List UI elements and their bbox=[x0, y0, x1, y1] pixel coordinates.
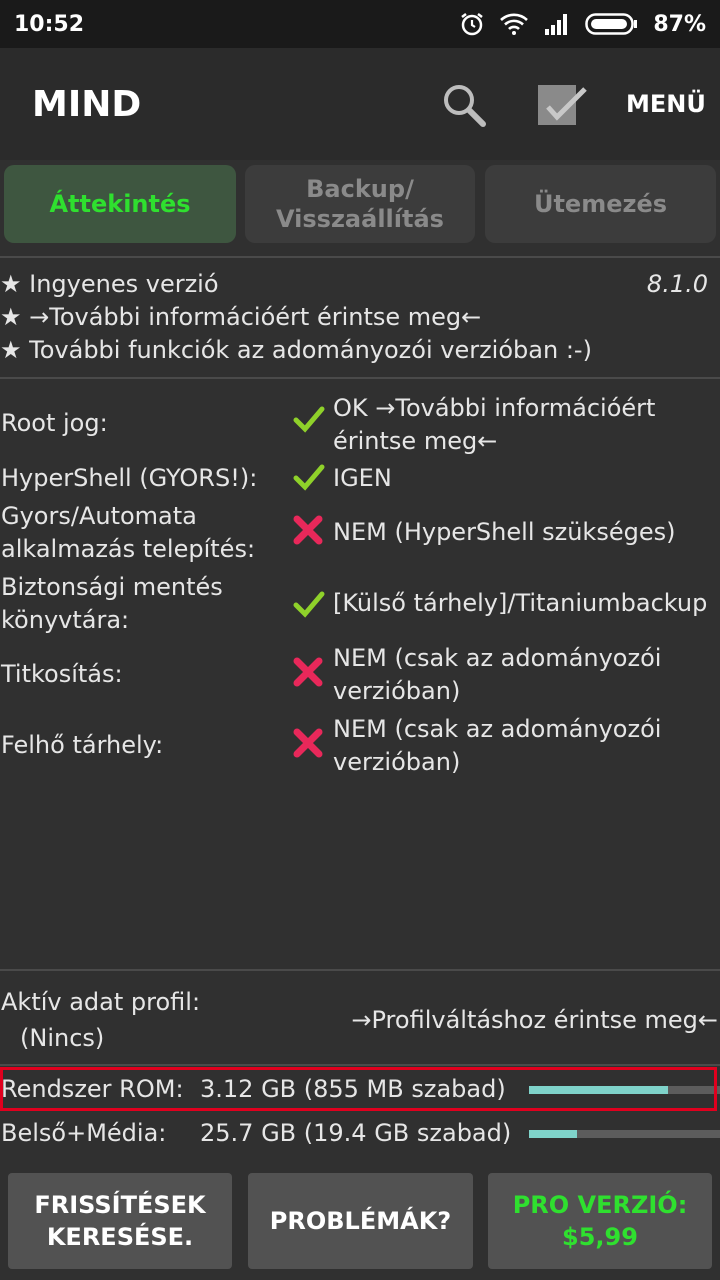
cross-icon bbox=[292, 514, 324, 555]
tab-schedule[interactable]: Ütemezés bbox=[485, 165, 716, 243]
pro-version-label-line1: PRO VERZIÓ: bbox=[512, 1191, 688, 1219]
status-value: NEM (csak az adományozói verzióban) bbox=[333, 715, 662, 776]
status-value: OK →További információért érintse meg← bbox=[333, 394, 656, 455]
app-bar: MIND MENÜ bbox=[0, 48, 720, 160]
highlight-box bbox=[0, 1067, 717, 1111]
free-version-text: ★ Ingyenes verzió bbox=[0, 270, 219, 298]
tab-backup-restore[interactable]: Backup/ Visszaállítás bbox=[245, 165, 475, 243]
status-label: Root jog: bbox=[1, 409, 108, 437]
status-value: [Külső tárhely]/Titaniumbackup bbox=[333, 589, 708, 617]
checkmark-icon bbox=[292, 460, 326, 503]
storage-row-internal-media: Belső+Média: 25.7 GB (19.4 GB szabad) bbox=[0, 1116, 720, 1150]
check-updates-label-line2: KERESÉSE. bbox=[46, 1223, 194, 1251]
tab-backup-restore-label: Backup/ Visszaállítás bbox=[276, 174, 444, 234]
status-value: NEM (HyperShell szükséges) bbox=[333, 518, 676, 546]
divider bbox=[0, 1064, 720, 1066]
more-info-link[interactable]: ★ →További információért érintse meg← bbox=[0, 301, 720, 334]
storage-label: Belső+Média: bbox=[1, 1119, 167, 1147]
donate-features-text: ★ További funkciók az adományozói verzió… bbox=[0, 336, 592, 364]
profile-value: (Nincs) bbox=[20, 1024, 105, 1052]
tab-overview[interactable]: Áttekintés bbox=[4, 165, 236, 243]
info-block[interactable]: ★ Ingyenes verzió 8.1.0 ★ →További infor… bbox=[0, 268, 720, 367]
status-value: NEM (csak az adományozói verzióban) bbox=[333, 644, 662, 705]
storage-usage-bar bbox=[529, 1130, 720, 1138]
divider bbox=[0, 969, 720, 971]
tab-bar: Áttekintés Backup/ Visszaállítás Ütemezé… bbox=[0, 160, 720, 256]
profile-switch-link[interactable]: →Profilváltáshoz érintse meg← bbox=[351, 1002, 718, 1038]
signal-icon bbox=[543, 12, 571, 36]
app-title: MIND bbox=[32, 83, 142, 125]
tab-backup-label-line1: Backup/ bbox=[306, 175, 414, 203]
status-label: HyperShell (GYORS!): bbox=[1, 464, 258, 492]
check-updates-button[interactable]: FRISSÍTÉSEK KERESÉSE. bbox=[8, 1173, 232, 1269]
check-all-icon[interactable] bbox=[536, 81, 588, 133]
checkmark-icon bbox=[292, 402, 326, 445]
version-number: 8.1.0 bbox=[646, 270, 708, 298]
tab-backup-label-line2: Visszaállítás bbox=[276, 205, 444, 233]
problems-button[interactable]: PROBLÉMÁK? bbox=[248, 1173, 473, 1269]
battery-icon bbox=[585, 12, 639, 36]
status-label: Titkosítás: bbox=[1, 660, 123, 688]
storage-usage-fill bbox=[529, 1130, 577, 1138]
status-label: Biztonsági mentés könyvtára: bbox=[1, 573, 223, 634]
check-updates-label-line1: FRISSÍTÉSEK bbox=[34, 1191, 206, 1219]
wifi-icon bbox=[499, 12, 529, 36]
status-value: IGEN bbox=[333, 464, 392, 492]
tab-overview-label: Áttekintés bbox=[49, 190, 191, 218]
tab-schedule-label: Ütemezés bbox=[533, 190, 668, 218]
status-label: Felhő tárhely: bbox=[1, 731, 164, 759]
storage-value: 25.7 GB (19.4 GB szabad) bbox=[200, 1119, 512, 1147]
menu-button[interactable]: MENÜ bbox=[626, 90, 706, 118]
status-bar: 10:52 87% bbox=[0, 0, 720, 48]
pro-version-button[interactable]: PRO VERZIÓ: $5,99 bbox=[488, 1173, 712, 1269]
checkmark-icon bbox=[292, 587, 326, 630]
search-icon[interactable] bbox=[440, 81, 488, 133]
divider bbox=[0, 256, 720, 258]
check-updates-label: FRISSÍTÉSEK KERESÉSE. bbox=[34, 1189, 205, 1253]
status-time: 10:52 bbox=[14, 11, 85, 37]
status-label: Gyors/Automata alkalmazás telepítés: bbox=[1, 502, 256, 563]
cross-icon bbox=[292, 656, 324, 697]
pro-version-label: PRO VERZIÓ: $5,99 bbox=[513, 1189, 688, 1253]
divider bbox=[0, 377, 720, 379]
alarm-icon bbox=[459, 11, 485, 37]
problems-label: PROBLÉMÁK? bbox=[269, 1207, 452, 1235]
pro-version-price: $5,99 bbox=[562, 1223, 638, 1251]
cross-icon bbox=[292, 727, 324, 768]
profile-label: Aktív adat profil: bbox=[1, 988, 201, 1016]
battery-percent: 87% bbox=[653, 11, 706, 37]
